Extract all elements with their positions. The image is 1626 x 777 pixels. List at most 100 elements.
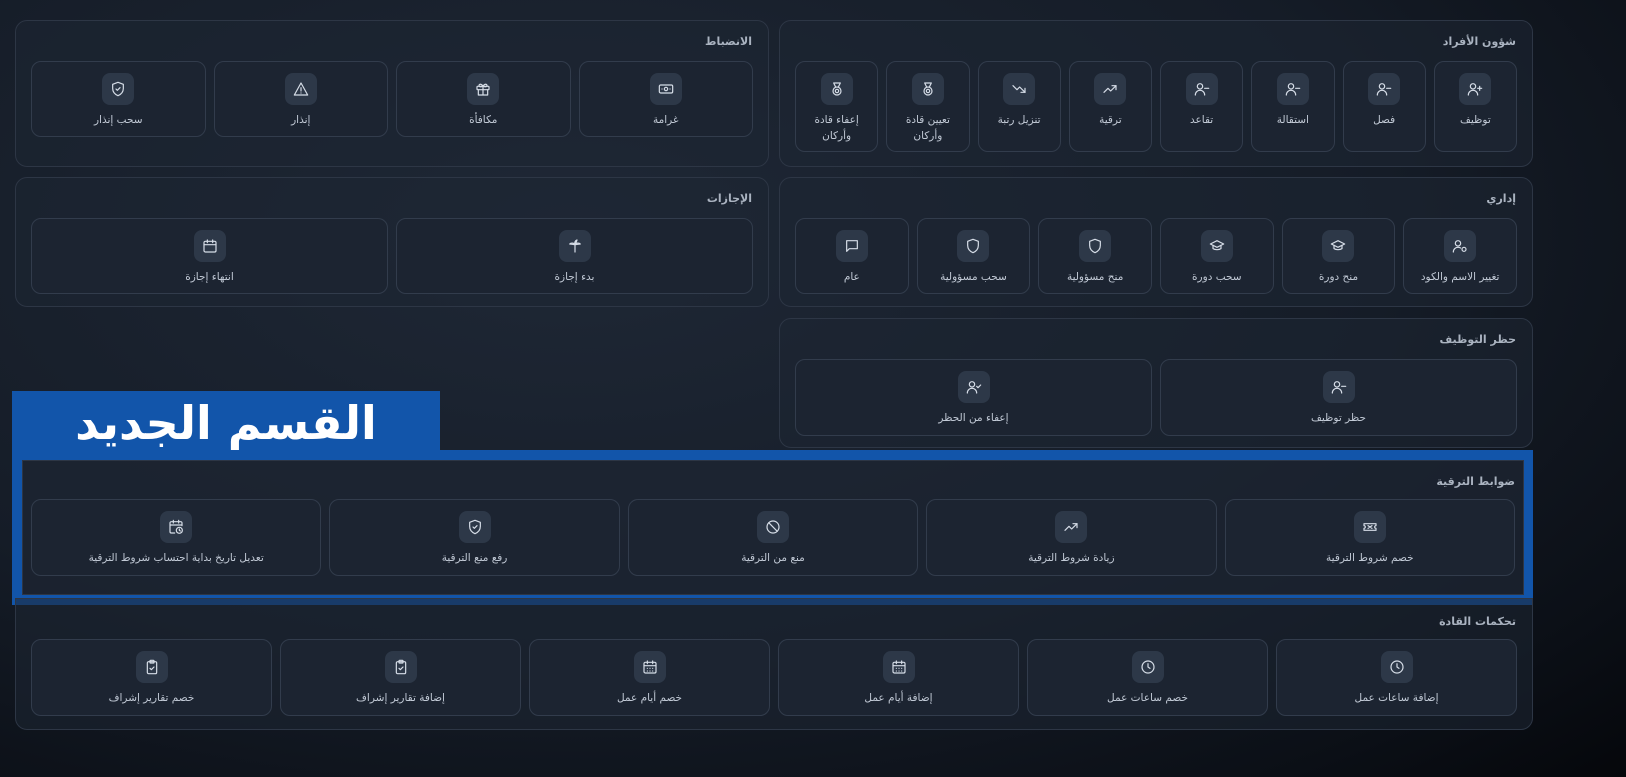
card-label: بدء إجازة	[554, 271, 595, 283]
shield-check-icon	[102, 73, 135, 105]
card-label: إضافة ساعات عمل	[1354, 692, 1439, 704]
medal-icon	[820, 73, 853, 105]
card-label: إعفاء قادة وأركان	[814, 114, 859, 142]
section-title-promotion-rules: ضوابط الترقية	[1436, 475, 1515, 488]
add-work-days-button[interactable]: إضافة أيام عمل	[778, 639, 1019, 716]
section-title-leaves: الإجازات	[706, 192, 752, 205]
add-work-hours-button[interactable]: إضافة ساعات عمل	[1276, 639, 1517, 716]
card-label: عام	[843, 271, 860, 283]
trending-up-icon	[1094, 73, 1127, 105]
section-personnel: شؤون الأفراد توظيف فصل استقالة تقاعد ترق…	[779, 20, 1533, 167]
card-label: منح مسؤولية	[1066, 271, 1124, 283]
ticket-icon	[1353, 511, 1386, 543]
section-promotion-rules: ضوابط الترقية خصم شروط الترقية زيادة شرو…	[22, 460, 1524, 595]
calendar-icon	[193, 230, 226, 262]
deduct-supervision-reports-button[interactable]: خصم تقارير إشراف	[31, 639, 272, 716]
add-supervision-reports-button[interactable]: إضافة تقارير إشراف	[280, 639, 521, 716]
block-promotion-button[interactable]: منع من الترقية	[627, 499, 919, 576]
user-minus-icon	[1276, 73, 1309, 105]
deduct-work-days-button[interactable]: خصم أيام عمل	[529, 639, 770, 716]
section-hiring-ban: حظر التوظيف حظر توظيف إعفاء من الحظر	[779, 318, 1533, 448]
user-minus-icon	[1322, 371, 1355, 403]
user-check-icon	[957, 371, 990, 403]
card-label: خصم أيام عمل	[616, 692, 683, 704]
appoint-leaders-button[interactable]: تعيين قادة وأركان	[886, 61, 970, 152]
lift-promotion-block-button[interactable]: رفع منع الترقية	[329, 499, 620, 576]
section-title-admin: إداري	[1486, 192, 1516, 205]
grant-responsibility-button[interactable]: منح مسؤولية	[1038, 218, 1152, 294]
calendar-days-icon	[633, 651, 666, 683]
clipboard-check-icon	[384, 651, 417, 683]
trending-down-icon	[1003, 73, 1036, 105]
start-leave-button[interactable]: بدء إجازة	[396, 218, 753, 294]
demote-button[interactable]: تنزيل رتبة	[977, 61, 1061, 152]
calendar-days-icon	[882, 651, 915, 683]
card-label: تغيير الاسم والكود	[1420, 271, 1500, 283]
card-label: خصم شروط الترقية	[1326, 552, 1414, 564]
ban-hiring-button[interactable]: حظر توظيف	[1160, 359, 1517, 436]
hire-button[interactable]: توظيف	[1433, 61, 1517, 152]
message-square-icon	[835, 230, 868, 262]
card-label: إنذار	[291, 114, 311, 126]
card-label: منح دورة	[1318, 271, 1359, 283]
deduct-work-hours-button[interactable]: خصم ساعات عمل	[1027, 639, 1268, 716]
clipboard-check-icon	[135, 651, 168, 683]
card-label: فصل	[1373, 114, 1396, 126]
user-cog-icon	[1444, 230, 1477, 262]
section-title-personnel: شؤون الأفراد	[1442, 35, 1516, 48]
deduct-promotion-requirements-button[interactable]: خصم شروط الترقية	[1224, 499, 1515, 576]
new-section-banner: القسم الجديد	[12, 391, 440, 455]
alert-triangle-icon	[284, 73, 317, 105]
card-label: استقالة	[1276, 114, 1309, 126]
palm-tree-icon	[558, 230, 591, 262]
section-title-leader-controls: تحكمات القادة	[1439, 615, 1516, 628]
revoke-responsibility-button[interactable]: سحب مسؤولية	[916, 218, 1031, 294]
revoke-warning-button[interactable]: سحب إنذار	[31, 61, 206, 137]
section-leader-controls: تحكمات القادة إضافة ساعات عمل خصم ساعات …	[15, 598, 1533, 730]
card-label: تعيين قادة وأركان	[905, 114, 950, 142]
card-label: توظيف	[1460, 114, 1491, 126]
shield-icon	[957, 230, 990, 262]
reward-button[interactable]: مكافأة	[396, 61, 571, 137]
card-label: غرامة	[653, 114, 679, 126]
card-label: إضافة أيام عمل	[864, 692, 933, 704]
new-section-banner-text: القسم الجديد	[75, 396, 377, 450]
card-label: خصم ساعات عمل	[1107, 692, 1188, 704]
card-label: خصم تقارير إشراف	[108, 692, 195, 704]
revoke-course-button[interactable]: سحب دورة	[1159, 218, 1274, 294]
user-plus-icon	[1459, 73, 1492, 105]
change-name-code-button[interactable]: تغيير الاسم والكود	[1403, 218, 1517, 294]
card-label: منع من الترقية	[741, 552, 805, 564]
increase-promotion-requirements-button[interactable]: زيادة شروط الترقية	[926, 499, 1217, 576]
card-label: تعديل تاريخ بداية احتساب شروط الترقية	[88, 552, 264, 564]
fine-button[interactable]: غرامة	[578, 61, 753, 137]
lift-ban-button[interactable]: إعفاء من الحظر	[795, 359, 1152, 436]
section-admin: إداري تغيير الاسم والكود منح دورة سحب دو…	[779, 177, 1533, 307]
user-minus-icon	[1185, 73, 1218, 105]
card-label: إعفاء من الحظر	[938, 412, 1009, 424]
clock-icon	[1380, 651, 1413, 683]
warning-button[interactable]: إنذار	[213, 61, 388, 137]
calendar-clock-icon	[160, 511, 193, 543]
gift-icon	[467, 73, 500, 105]
user-minus-icon	[1368, 73, 1401, 105]
card-label: سحب إنذار	[93, 114, 143, 126]
ban-icon	[756, 511, 789, 543]
promote-button[interactable]: ترقية	[1068, 61, 1152, 152]
section-leaves: الإجازات بدء إجازة انتهاء إجازة	[15, 177, 769, 307]
end-leave-button[interactable]: انتهاء إجازة	[31, 218, 388, 294]
trending-up-icon	[1055, 511, 1088, 543]
card-label: انتهاء إجازة	[185, 271, 234, 283]
dismiss-button[interactable]: فصل	[1342, 61, 1426, 152]
grant-course-button[interactable]: منح دورة	[1281, 218, 1396, 294]
banknote-icon	[649, 73, 682, 105]
card-label: زيادة شروط الترقية	[1028, 552, 1115, 564]
relieve-leaders-button[interactable]: إعفاء قادة وأركان	[795, 61, 879, 152]
retire-button[interactable]: تقاعد	[1160, 61, 1244, 152]
resign-button[interactable]: استقالة	[1251, 61, 1335, 152]
edit-promotion-start-date-button[interactable]: تعديل تاريخ بداية احتساب شروط الترقية	[30, 499, 322, 576]
general-button[interactable]: عام	[794, 218, 909, 294]
graduation-cap-icon	[1322, 230, 1355, 262]
card-label: إضافة تقارير إشراف	[356, 692, 445, 704]
clock-icon	[1131, 651, 1164, 683]
